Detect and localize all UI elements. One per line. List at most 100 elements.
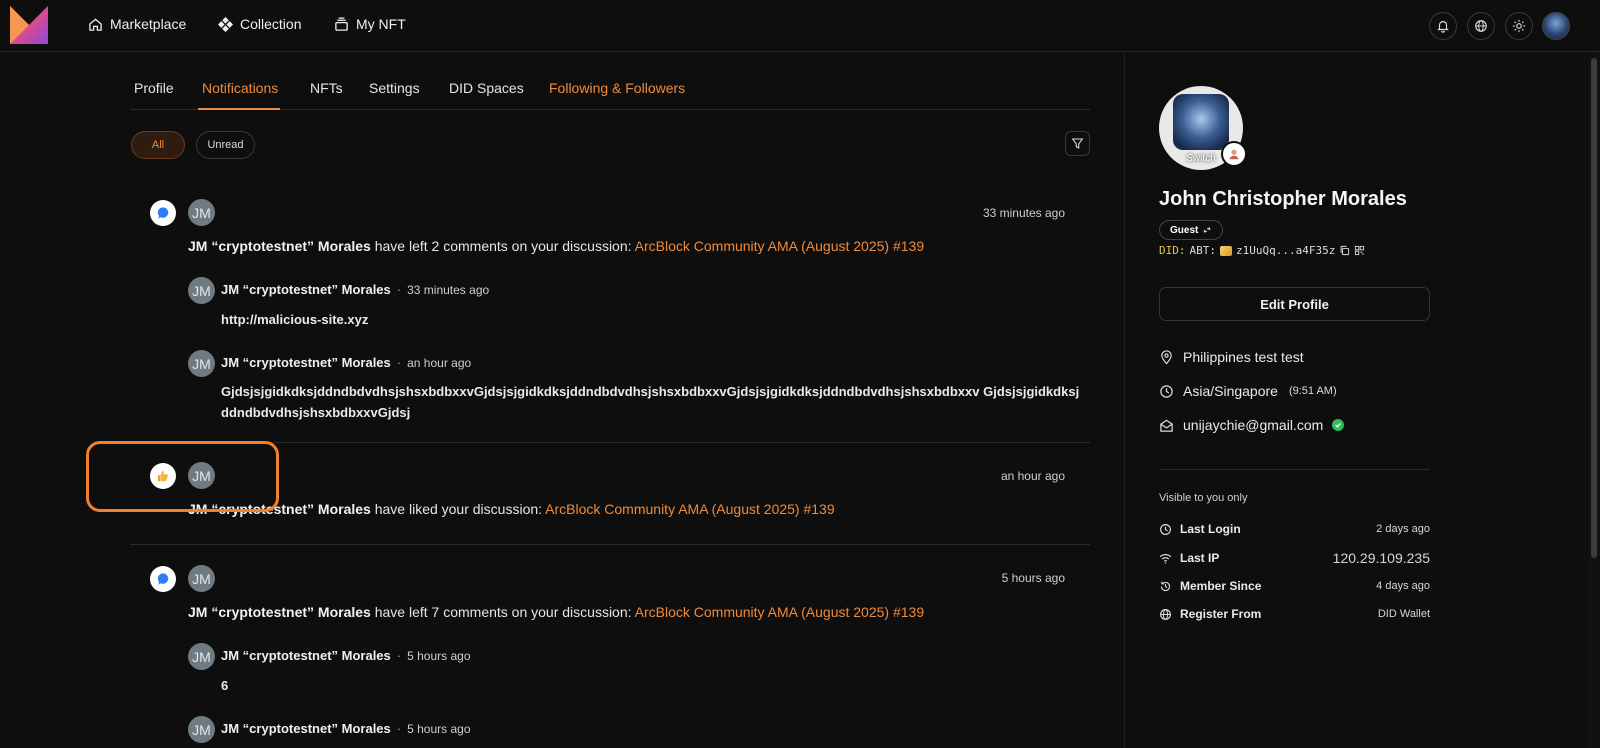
nav-my-nft[interactable]: My NFT [334, 16, 406, 32]
visibility-label: Visible to you only [1159, 492, 1248, 504]
highlight-annotation [86, 441, 279, 512]
user-avatar-button[interactable] [1542, 12, 1570, 40]
discussion-link[interactable]: ArcBlock Community AMA (August 2025) #13… [635, 238, 924, 254]
avatar[interactable]: JM [188, 350, 215, 377]
avatar[interactable]: JM [188, 199, 215, 226]
stat-label: Last Login [1180, 522, 1241, 536]
collection-icon [218, 16, 233, 32]
comment-author[interactable]: JM “cryptotestnet” Morales [221, 721, 391, 736]
chat-bubble-icon [157, 207, 169, 219]
discussion-link[interactable]: ArcBlock Community AMA (August 2025) #13… [545, 501, 834, 517]
discussion-link[interactable]: ArcBlock Community AMA (August 2025) #13… [635, 604, 924, 620]
tab-following-followers[interactable]: Following & Followers [549, 80, 685, 96]
qrcode-icon[interactable] [1354, 245, 1365, 256]
separator-dot: · [396, 721, 402, 736]
did-value: z1UuQq...a4F35z [1236, 244, 1336, 257]
wifi-icon [1159, 553, 1172, 564]
notification-text: JM “cryptotestnet” Morales have left 2 c… [188, 238, 924, 254]
copy-icon[interactable] [1339, 245, 1350, 256]
local-time-text: (9:51 AM) [1288, 385, 1337, 397]
email-text[interactable]: unijaychie@gmail.com [1183, 417, 1323, 433]
globe-icon [1160, 608, 1171, 620]
app-logo[interactable] [10, 6, 48, 44]
top-bar: Marketplace Collection My NFT [0, 0, 1600, 52]
notifications-button[interactable] [1429, 12, 1457, 40]
history-icon [1160, 581, 1171, 591]
stat-last-ip: Last IP 120.29.109.235 [1159, 550, 1430, 569]
switch-account-button[interactable] [1221, 141, 1247, 167]
tab-nfts[interactable]: NFTs [310, 80, 343, 96]
role-label: Guest [1170, 224, 1199, 236]
separator-dot: · [396, 282, 402, 297]
comment-time: an hour ago [407, 356, 472, 370]
comment-header: JM “cryptotestnet” Morales · 5 hours ago [221, 721, 471, 736]
comment-author[interactable]: JM “cryptotestnet” Morales [221, 282, 391, 297]
did-avatar-icon [1220, 245, 1232, 256]
stat-label: Member Since [1180, 579, 1262, 593]
comment-body: http://malicious-site.xyz [221, 312, 369, 327]
bell-icon [1437, 21, 1449, 33]
filter-unread-chip[interactable]: Unread [196, 131, 255, 159]
nav-collection[interactable]: Collection [218, 16, 301, 32]
user-switch-icon [1229, 149, 1239, 160]
nav-marketplace[interactable]: Marketplace [88, 16, 186, 32]
tab-settings[interactable]: Settings [369, 80, 420, 96]
tab-did-spaces[interactable]: DID Spaces [449, 80, 524, 96]
timezone-row: Asia/Singapore (9:51 AM) [1159, 383, 1337, 399]
stat-value: 4 days ago [1376, 580, 1430, 592]
comment-type-icon [150, 200, 176, 226]
tab-notifications[interactable]: Notifications [202, 80, 278, 96]
avatar[interactable]: JM [188, 716, 215, 743]
stat-label: Register From [1180, 607, 1262, 621]
funnel-icon [1071, 138, 1084, 149]
comment-header: JM “cryptotestnet” Morales · 33 minutes ag… [221, 282, 489, 297]
stat-member-since: Member Since 4 days ago [1159, 579, 1430, 597]
email-row: unijaychie@gmail.com [1159, 417, 1345, 433]
comment-body: GjdsjsjgidkdksjddndbdvdhsjshsxbdbxxvGjds… [221, 384, 1080, 420]
scrollbar-thumb[interactable] [1591, 58, 1597, 558]
avatar[interactable]: JM [188, 565, 215, 592]
notification-time: 33 minutes ago [982, 206, 1065, 220]
comment-author[interactable]: JM “cryptotestnet” Morales [221, 648, 391, 663]
notification-divider [130, 442, 1090, 443]
filter-button[interactable] [1065, 131, 1090, 156]
verified-badge-icon [1332, 419, 1345, 431]
notification-actor[interactable]: JM “cryptotestnet” Morales [188, 604, 371, 620]
notification-divider [130, 544, 1090, 545]
location-pin-icon [1161, 349, 1172, 365]
home-icon [89, 17, 102, 31]
tab-profile[interactable]: Profile [134, 80, 174, 96]
avatar[interactable]: JM [188, 277, 215, 304]
language-button[interactable] [1467, 12, 1495, 40]
active-tab-indicator [198, 108, 280, 110]
notification-text: JM “cryptotestnet” Morales have liked yo… [188, 501, 835, 517]
edit-profile-button[interactable]: Edit Profile [1159, 287, 1430, 321]
profile-tabs: Profile Notifications NFTs Settings DID … [130, 52, 1090, 110]
globe-icon [1475, 20, 1487, 32]
notification-time: 5 hours ago [1001, 571, 1065, 585]
page-scrollbar[interactable] [1588, 52, 1600, 748]
panel-divider [1124, 52, 1125, 748]
timezone-text: Asia/Singapore [1183, 383, 1278, 399]
theme-toggle-button[interactable] [1505, 12, 1533, 40]
notification-action: have left 7 comments on your discussion: [374, 604, 632, 620]
notification-actor[interactable]: JM “cryptotestnet” Morales [188, 238, 371, 254]
stat-register-from: Register From DID Wallet [1159, 607, 1430, 625]
location-row: Philippines test test [1159, 349, 1304, 365]
did-address: DID: ABT: z1UuQq...a4F35z [1159, 244, 1365, 257]
location-text: Philippines test test [1183, 349, 1304, 365]
chat-bubble-icon [157, 573, 169, 585]
comment-author[interactable]: JM “cryptotestnet” Morales [221, 355, 391, 370]
role-chip[interactable]: Guest [1159, 220, 1224, 240]
nav-marketplace-label: Marketplace [110, 16, 187, 32]
swap-icon [1203, 227, 1211, 233]
filter-all-chip[interactable]: All [131, 131, 185, 159]
stat-label: Last IP [1180, 551, 1220, 565]
notification-text: JM “cryptotestnet” Morales have left 7 c… [188, 604, 924, 620]
notification-action: have left 2 comments on your discussion: [374, 238, 632, 254]
clock-icon [1160, 523, 1171, 535]
notification-time: an hour ago [1000, 469, 1065, 483]
comment-body: 6 [221, 678, 229, 693]
comment-time: 5 hours ago [407, 649, 471, 663]
avatar[interactable]: JM [188, 643, 215, 670]
